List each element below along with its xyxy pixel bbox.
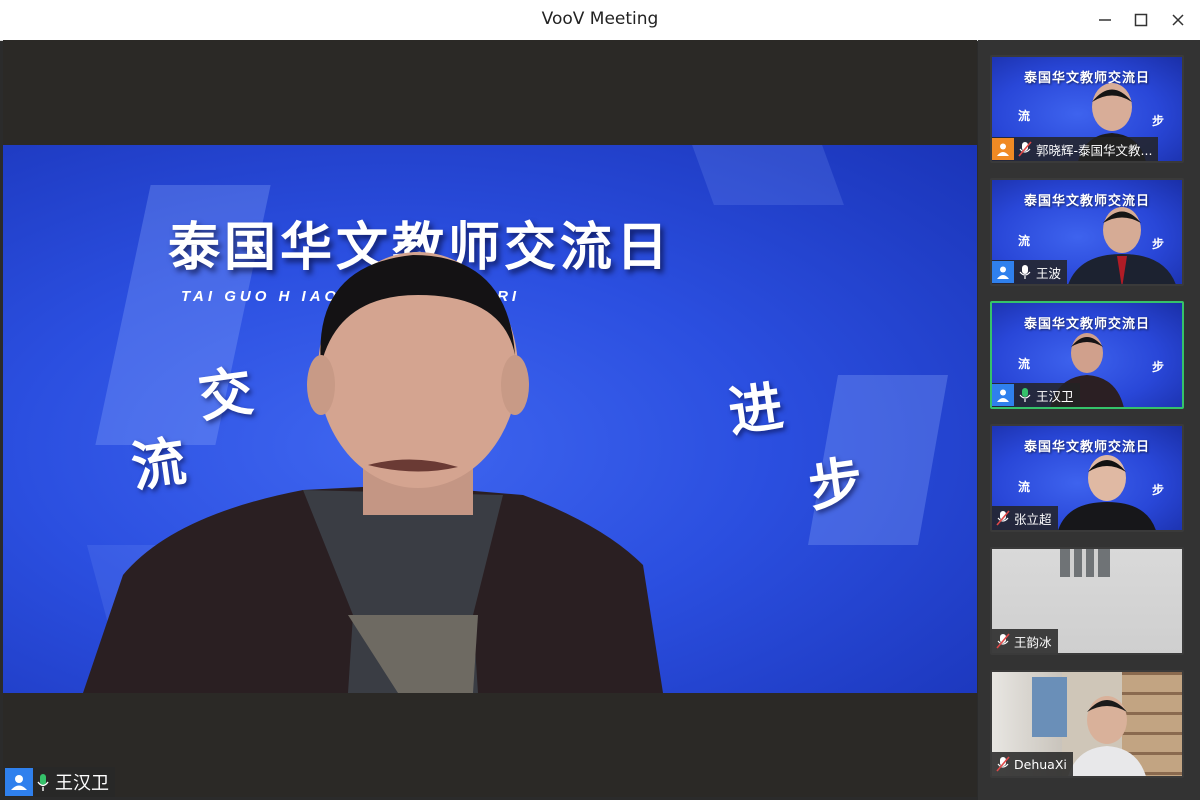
minimize-button[interactable] <box>1090 6 1120 34</box>
mic-muted-icon <box>992 630 1014 652</box>
participant-tile[interactable]: DehuaXi <box>990 670 1184 778</box>
window-title: VooV Meeting <box>541 9 659 29</box>
mic-on-icon <box>33 768 53 796</box>
speaker-name: 王汉卫 <box>55 773 109 794</box>
close-button[interactable] <box>1163 6 1193 34</box>
user-avatar-icon <box>992 384 1014 406</box>
minimize-icon <box>1099 19 1111 21</box>
participant-name: 王波 <box>1036 265 1062 281</box>
mic-on-icon <box>1014 261 1036 283</box>
participant-tile[interactable]: 泰国华文教师交流日 流 步 王波 <box>990 178 1184 286</box>
participant-tile[interactable]: 泰国华文教师交流日 流 步 郭晓辉-泰国华文教... <box>990 55 1184 163</box>
maximize-icon <box>1134 13 1148 27</box>
mic-muted-icon <box>1014 138 1036 160</box>
participant-label: DehuaXi <box>992 752 1073 776</box>
maximize-button[interactable] <box>1126 6 1156 34</box>
participant-sidebar[interactable]: 泰国华文教师交流日 流 步 郭晓辉-泰国华文教... 泰国华文教师交流日 流 步… <box>978 40 1200 800</box>
speaker-figure <box>83 252 663 693</box>
user-avatar-icon <box>5 768 33 796</box>
participant-name: 王韵冰 <box>1014 634 1052 650</box>
mic-on-icon <box>1014 384 1036 406</box>
close-icon <box>1172 14 1184 26</box>
participant-tile-active[interactable]: 泰国华文教师交流日 流 步 王汉卫 <box>990 301 1184 409</box>
participant-label: 张立超 <box>992 506 1058 530</box>
main-video-area[interactable]: 泰国华文教师交流日 TAI GUO H IAO SHI JIAO LIU RI … <box>3 40 977 797</box>
participant-label: 郭晓辉-泰国华文教... <box>992 137 1159 161</box>
participant-name: 王汉卫 <box>1036 388 1074 404</box>
mic-muted-icon <box>992 507 1014 529</box>
participant-name: 郭晓辉-泰国华文教... <box>1036 142 1153 158</box>
participant-tile[interactable]: 泰国华文教师交流日 流 步 张立超 <box>990 424 1184 532</box>
participant-label: 王汉卫 <box>992 383 1080 407</box>
speaker-video: 泰国华文教师交流日 TAI GUO H IAO SHI JIAO LIU RI … <box>3 145 977 693</box>
speaker-name-tag: 王汉卫 <box>5 767 115 797</box>
participant-name: 张立超 <box>1014 511 1052 527</box>
participant-name: DehuaXi <box>1014 756 1067 772</box>
user-avatar-icon <box>992 261 1014 283</box>
app-window: VooV Meeting 泰国华文教师交流日 TAI GUO H IAO SHI… <box>0 0 1200 800</box>
mic-muted-icon <box>992 753 1014 775</box>
participant-label: 王韵冰 <box>992 629 1058 653</box>
participant-label: 王波 <box>992 260 1068 284</box>
user-avatar-icon <box>992 138 1014 160</box>
title-bar: VooV Meeting <box>0 0 1200 41</box>
participant-tile[interactable]: 王韵冰 <box>990 547 1184 655</box>
